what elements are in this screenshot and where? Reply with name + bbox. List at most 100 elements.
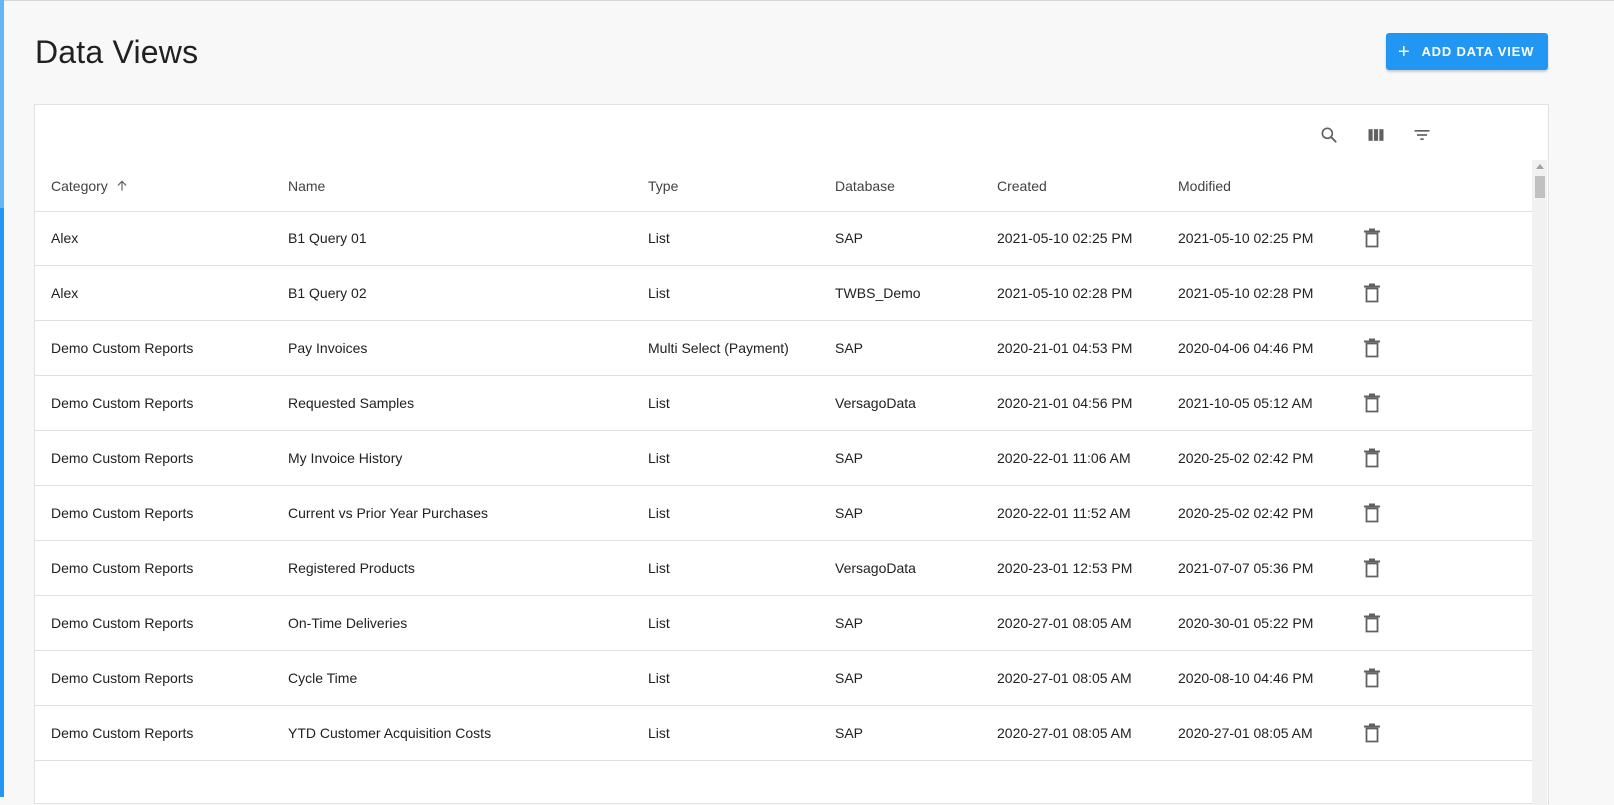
- delete-icon[interactable]: [1361, 722, 1383, 744]
- add-data-view-button[interactable]: + ADD DATA VIEW: [1386, 33, 1548, 70]
- cell-name: Requested Samples: [288, 395, 415, 411]
- cell-category: Demo Custom Reports: [51, 395, 194, 411]
- plus-icon: +: [1398, 40, 1411, 63]
- delete-icon[interactable]: [1361, 337, 1383, 359]
- cell-name: YTD Customer Acquisition Costs: [288, 725, 492, 741]
- delete-icon[interactable]: [1361, 227, 1383, 249]
- data-views-table-card: Category Name Type Database Created Modi…: [34, 104, 1549, 805]
- page-title: Data Views: [35, 34, 199, 70]
- table-row[interactable]: Alex B1 Query 01 List SAP 2021-05-10 02:…: [35, 211, 1532, 266]
- delete-icon[interactable]: [1361, 557, 1383, 579]
- cell-type: List: [648, 505, 670, 521]
- cell-database: VersagoData: [835, 560, 916, 576]
- column-header-name[interactable]: Name: [288, 160, 325, 211]
- cell-name: On-Time Deliveries: [288, 615, 408, 631]
- view-column-icon[interactable]: [1364, 123, 1388, 147]
- search-icon[interactable]: [1317, 123, 1341, 147]
- column-header-type[interactable]: Type: [648, 160, 678, 211]
- cell-modified: 2021-07-07 05:36 PM: [1178, 560, 1314, 576]
- cell-modified: 2021-05-10 02:25 PM: [1178, 230, 1314, 246]
- cell-type: List: [648, 285, 670, 301]
- delete-icon[interactable]: [1361, 392, 1383, 414]
- cell-created: 2020-27-01 08:05 AM: [997, 670, 1132, 686]
- cell-modified: 2020-27-01 08:05 AM: [1178, 725, 1313, 741]
- column-header-database[interactable]: Database: [835, 160, 895, 211]
- vertical-scrollbar[interactable]: [1532, 160, 1547, 805]
- cell-category: Alex: [51, 285, 79, 301]
- cell-type: Multi Select (Payment): [648, 340, 789, 356]
- left-accent-bar: [0, 0, 4, 797]
- cell-database: TWBS_Demo: [835, 285, 921, 301]
- table-row[interactable]: Alex B1 Query 02 List TWBS_Demo 2021-05-…: [35, 266, 1532, 321]
- cell-created: 2020-21-01 04:53 PM: [997, 340, 1133, 356]
- scroll-up-arrow-icon[interactable]: [1536, 164, 1544, 169]
- cell-created: 2020-22-01 11:52 AM: [997, 505, 1131, 521]
- cell-modified: 2020-08-10 04:46 PM: [1178, 670, 1314, 686]
- cell-database: SAP: [835, 670, 864, 686]
- cell-name: My Invoice History: [288, 450, 403, 466]
- arrow-up-icon: [115, 179, 129, 193]
- cell-modified: 2020-04-06 04:46 PM: [1178, 340, 1314, 356]
- delete-icon[interactable]: [1361, 282, 1383, 304]
- cell-category: Demo Custom Reports: [51, 450, 194, 466]
- column-header-modified[interactable]: Modified: [1178, 160, 1231, 211]
- cell-type: List: [648, 230, 670, 246]
- cell-database: SAP: [835, 340, 864, 356]
- cell-name: Registered Products: [288, 560, 415, 576]
- cell-type: List: [648, 560, 670, 576]
- filter-list-icon[interactable]: [1410, 123, 1434, 147]
- cell-created: 2021-05-10 02:28 PM: [997, 285, 1133, 301]
- scrollbar-thumb[interactable]: [1535, 176, 1545, 198]
- delete-icon[interactable]: [1361, 502, 1383, 524]
- cell-database: SAP: [835, 230, 864, 246]
- cell-database: SAP: [835, 615, 864, 631]
- top-border: [0, 0, 1614, 1]
- cell-modified: 2020-25-02 02:42 PM: [1178, 450, 1314, 466]
- cell-category: Demo Custom Reports: [51, 340, 194, 356]
- table-row[interactable]: Demo Custom Reports Pay Invoices Multi S…: [35, 321, 1532, 376]
- cell-created: 2020-23-01 12:53 PM: [997, 560, 1133, 576]
- cell-category: Demo Custom Reports: [51, 560, 194, 576]
- cell-type: List: [648, 615, 670, 631]
- cell-created: 2021-05-10 02:25 PM: [997, 230, 1133, 246]
- cell-modified: 2021-10-05 05:12 AM: [1178, 395, 1313, 411]
- delete-icon[interactable]: [1361, 612, 1383, 634]
- cell-category: Demo Custom Reports: [51, 615, 194, 631]
- cell-created: 2020-27-01 08:05 AM: [997, 725, 1132, 741]
- table-header: Category Name Type Database Created Modi…: [35, 160, 1532, 212]
- add-data-view-label: ADD DATA VIEW: [1421, 44, 1535, 59]
- cell-type: List: [648, 450, 670, 466]
- table-row[interactable]: Demo Custom Reports On-Time Deliveries L…: [35, 596, 1532, 651]
- cell-name: B1 Query 01: [288, 230, 367, 246]
- cell-database: VersagoData: [835, 395, 916, 411]
- table-row[interactable]: Demo Custom Reports Registered Products …: [35, 541, 1532, 596]
- cell-created: 2020-21-01 04:56 PM: [997, 395, 1133, 411]
- cell-type: List: [648, 395, 670, 411]
- table-row[interactable]: Demo Custom Reports Requested Samples Li…: [35, 376, 1532, 431]
- cell-modified: 2020-30-01 05:22 PM: [1178, 615, 1314, 631]
- delete-icon[interactable]: [1361, 667, 1383, 689]
- cell-database: SAP: [835, 725, 864, 741]
- cell-database: SAP: [835, 450, 864, 466]
- cell-name: B1 Query 02: [288, 285, 367, 301]
- cell-category: Demo Custom Reports: [51, 670, 194, 686]
- cell-created: 2020-27-01 08:05 AM: [997, 615, 1132, 631]
- table-row[interactable]: Demo Custom Reports Cycle Time List SAP …: [35, 651, 1532, 706]
- cell-database: SAP: [835, 505, 864, 521]
- column-header-created[interactable]: Created: [997, 160, 1047, 211]
- cell-created: 2020-22-01 11:06 AM: [997, 450, 1131, 466]
- cell-type: List: [648, 725, 670, 741]
- cell-name: Cycle Time: [288, 670, 358, 686]
- cell-name: Pay Invoices: [288, 340, 368, 356]
- column-header-category[interactable]: Category: [51, 160, 129, 211]
- cell-type: List: [648, 670, 670, 686]
- cell-modified: 2021-05-10 02:28 PM: [1178, 285, 1314, 301]
- cell-category: Demo Custom Reports: [51, 505, 194, 521]
- delete-icon[interactable]: [1361, 447, 1383, 469]
- table-row[interactable]: Demo Custom Reports My Invoice History L…: [35, 431, 1532, 486]
- cell-name: Current vs Prior Year Purchases: [288, 505, 488, 521]
- table-row[interactable]: Demo Custom Reports YTD Customer Acquisi…: [35, 706, 1532, 761]
- cell-category: Demo Custom Reports: [51, 725, 194, 741]
- table-row[interactable]: Demo Custom Reports Current vs Prior Yea…: [35, 486, 1532, 541]
- cell-category: Alex: [51, 230, 79, 246]
